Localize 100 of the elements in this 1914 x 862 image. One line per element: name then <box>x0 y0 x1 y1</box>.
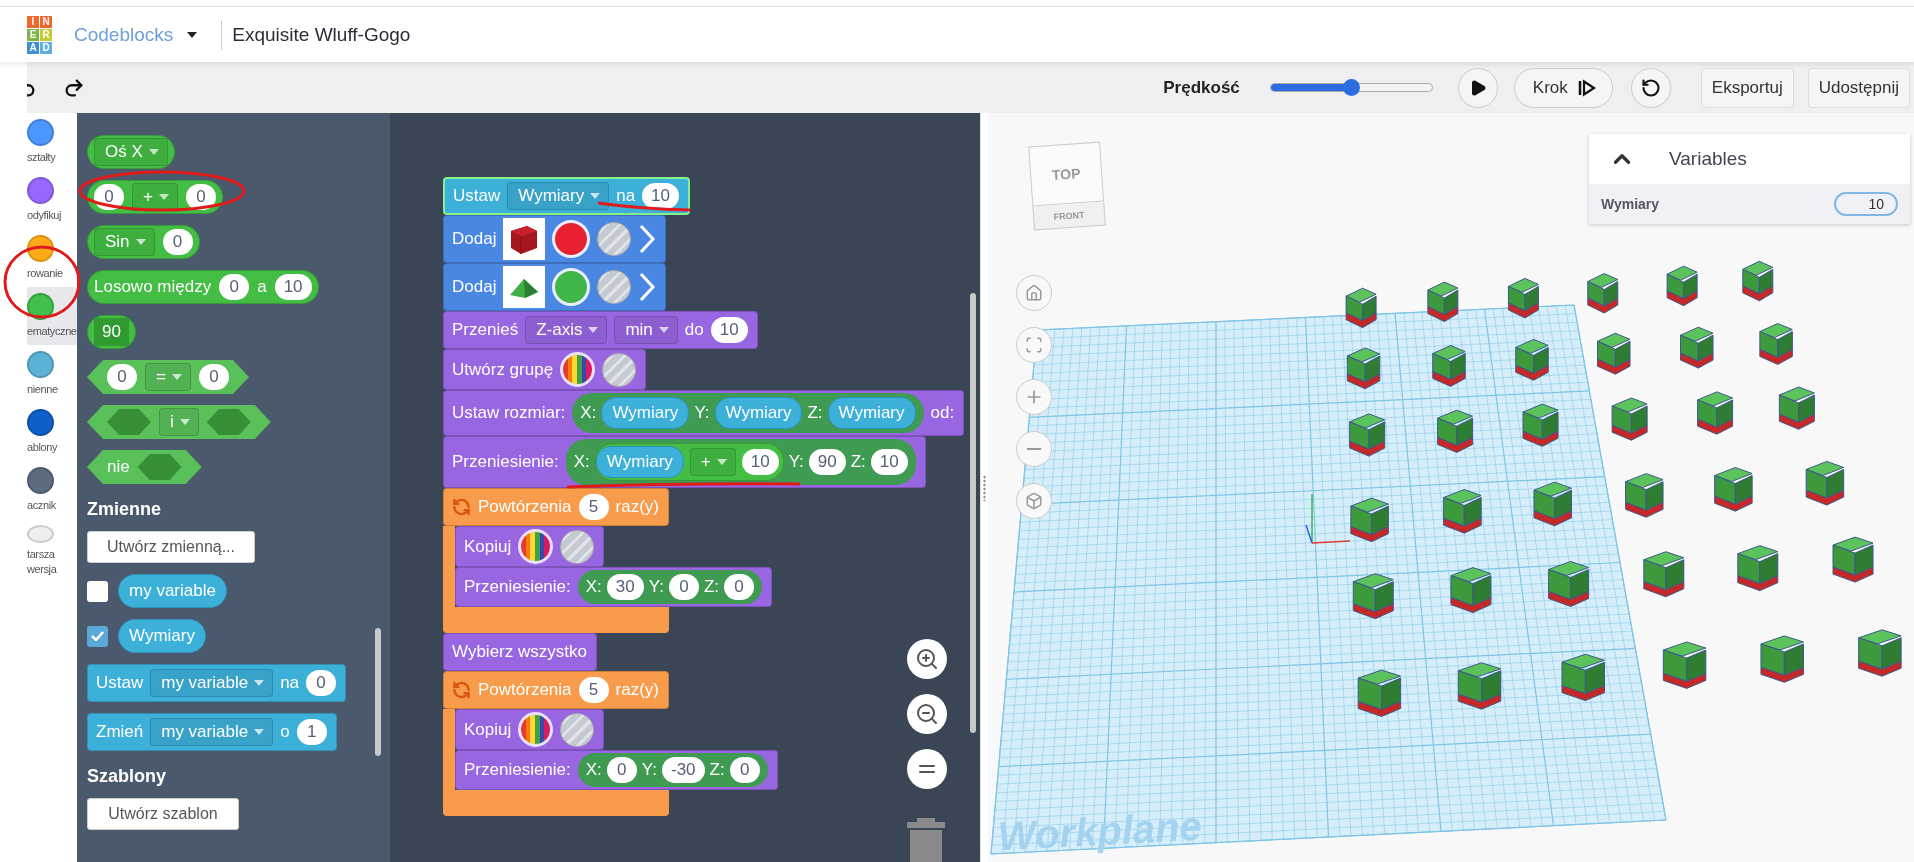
shape-picker[interactable] <box>503 266 546 308</box>
step-button[interactable]: Krok <box>1513 67 1613 108</box>
caret-icon <box>254 680 265 686</box>
play-button[interactable] <box>1457 67 1498 108</box>
code-block[interactable]: Utwórz grupę <box>443 349 647 390</box>
checkbox[interactable] <box>87 580 108 602</box>
number-field[interactable]: 0 <box>219 274 250 300</box>
caret-icon[interactable] <box>187 31 198 38</box>
number-field[interactable]: 0 <box>668 574 699 600</box>
number-field[interactable]: 0 <box>724 574 754 600</box>
block-label: X: <box>585 760 602 780</box>
math-expression[interactable]: Wymiary + 10 <box>594 443 784 481</box>
resize-handle[interactable] <box>983 474 986 501</box>
code-block[interactable]: Kopiuj <box>455 526 605 567</box>
design-title[interactable]: Exquisite Wluff-Gogo <box>232 23 411 46</box>
material-swatch[interactable] <box>560 529 595 564</box>
number-field[interactable]: 10 <box>710 317 748 343</box>
category-label: nienne <box>27 382 59 397</box>
toolbar-button[interactable]: Eksportuj <box>1700 67 1794 108</box>
category-item[interactable]: ematyczne <box>27 287 77 345</box>
category-label: acznik <box>27 498 57 513</box>
redo-icon <box>63 76 85 99</box>
variables-panel-header[interactable]: Variables <box>1589 134 1910 184</box>
loop-arrows-icon <box>452 497 471 517</box>
number-field[interactable]: 90 <box>808 449 846 475</box>
trash-icon[interactable] <box>907 818 945 862</box>
color-swatch[interactable] <box>552 220 591 258</box>
reporter-block[interactable]: Losowo między 0 a 10 <box>87 270 319 304</box>
material-swatch[interactable] <box>597 222 632 256</box>
chevron-right-icon[interactable] <box>638 224 657 254</box>
repeat-block[interactable]: Powtórzenia 5 raz(y) <box>443 671 669 709</box>
number-field[interactable]: 0 <box>162 229 193 255</box>
block-label: od: <box>930 403 955 423</box>
code-block[interactable]: Przenieś Z-axis min do 10 <box>443 311 758 349</box>
block-label: a <box>257 277 267 297</box>
angle-field[interactable]: 90 <box>94 318 129 346</box>
zoom-out-button[interactable] <box>907 694 947 734</box>
home-button[interactable] <box>1016 275 1052 311</box>
code-block[interactable]: Wybierz wszystko <box>443 633 597 671</box>
code-block[interactable]: Zmień my variable o 1 <box>87 713 337 751</box>
checkbox[interactable] <box>87 625 108 647</box>
zoom-in-button[interactable] <box>907 639 947 679</box>
code-block[interactable]: Dodaj <box>443 215 667 263</box>
number-field[interactable]: 0 <box>729 757 760 783</box>
logo-letter: A <box>27 41 39 54</box>
block-label: Powtórzenia <box>478 680 572 700</box>
material-swatch[interactable] <box>602 352 637 387</box>
caret-icon <box>158 194 169 200</box>
number-field[interactable]: 5 <box>578 677 609 703</box>
block-label: Dodaj <box>452 277 497 297</box>
number-field[interactable]: 0 <box>185 184 216 210</box>
number-field[interactable]: 5 <box>578 494 609 520</box>
number-field[interactable]: 0 <box>107 364 137 390</box>
code-block[interactable]: Przeniesienie: X: 30 Y: 0 Z: 0 <box>455 567 772 607</box>
create-button[interactable]: Utwórz szablon <box>87 798 239 830</box>
create-button[interactable]: Utwórz zmienną... <box>87 531 255 563</box>
boolean-block[interactable]: 0 = 0 <box>87 360 249 394</box>
variable-value-field[interactable]: 10 <box>1834 192 1898 216</box>
number-field[interactable]: 0 <box>606 757 637 783</box>
number-field[interactable]: -30 <box>661 757 705 783</box>
repeat-block[interactable]: Powtórzenia 5 raz(y) <box>443 488 669 526</box>
number-field[interactable]: 0 <box>306 670 337 696</box>
slider-thumb[interactable] <box>1343 79 1361 96</box>
fit-view-button[interactable] <box>1016 327 1052 363</box>
color-swatch[interactable] <box>552 268 591 306</box>
reporter-block[interactable]: 90 <box>87 315 136 349</box>
number-field[interactable]: 10 <box>642 183 680 209</box>
reset-zoom-button[interactable] <box>907 749 947 789</box>
material-swatch[interactable] <box>560 712 595 747</box>
redo-button[interactable] <box>63 76 85 99</box>
number-field[interactable]: 30 <box>606 574 644 600</box>
scrollbar[interactable] <box>375 628 381 756</box>
block-label: Przeniesienie: <box>464 760 571 780</box>
code-block[interactable]: Ustaw my variable na 0 <box>87 664 347 702</box>
code-block[interactable]: Kopiuj <box>455 709 605 750</box>
rainbow-swatch[interactable] <box>518 529 554 564</box>
number-field[interactable]: 10 <box>870 449 908 475</box>
code-block[interactable]: Ustaw Wymiary na 10 <box>443 177 691 215</box>
number-field[interactable]: 10 <box>741 449 779 475</box>
code-block[interactable]: Przeniesienie: X: Wymiary + 10 Y: 90 Z: 10 <box>443 436 926 488</box>
reset-button[interactable] <box>1630 67 1671 108</box>
rainbow-swatch[interactable] <box>518 712 554 747</box>
material-swatch[interactable] <box>597 270 632 304</box>
code-block[interactable]: Przeniesienie: X: 0 Y: -30 Z: 0 <box>455 750 778 790</box>
rainbow-swatch[interactable] <box>560 352 596 387</box>
number-field[interactable]: 1 <box>296 719 327 745</box>
block-label: X: <box>585 577 602 597</box>
number-field[interactable]: 10 <box>274 274 312 300</box>
toolbar-button[interactable]: Udostępnij <box>1807 67 1910 108</box>
zoom-out-icon <box>915 702 939 726</box>
number-field[interactable]: 0 <box>198 364 229 390</box>
code-block[interactable]: Dodaj <box>443 263 667 311</box>
3d-viewport[interactable]: Workplane TOP FRONT Variables Wymiary 10 <box>988 113 1914 862</box>
chevron-right-icon[interactable] <box>638 272 657 302</box>
block-dropdown[interactable]: Z-axis <box>525 316 608 344</box>
logo[interactable]: I N E R A D <box>27 15 52 54</box>
shape-picker[interactable] <box>503 218 546 260</box>
scrollbar[interactable] <box>970 293 976 733</box>
reporter-block[interactable]: Sin 0 <box>87 225 200 259</box>
block-dropdown[interactable]: min <box>614 316 678 344</box>
